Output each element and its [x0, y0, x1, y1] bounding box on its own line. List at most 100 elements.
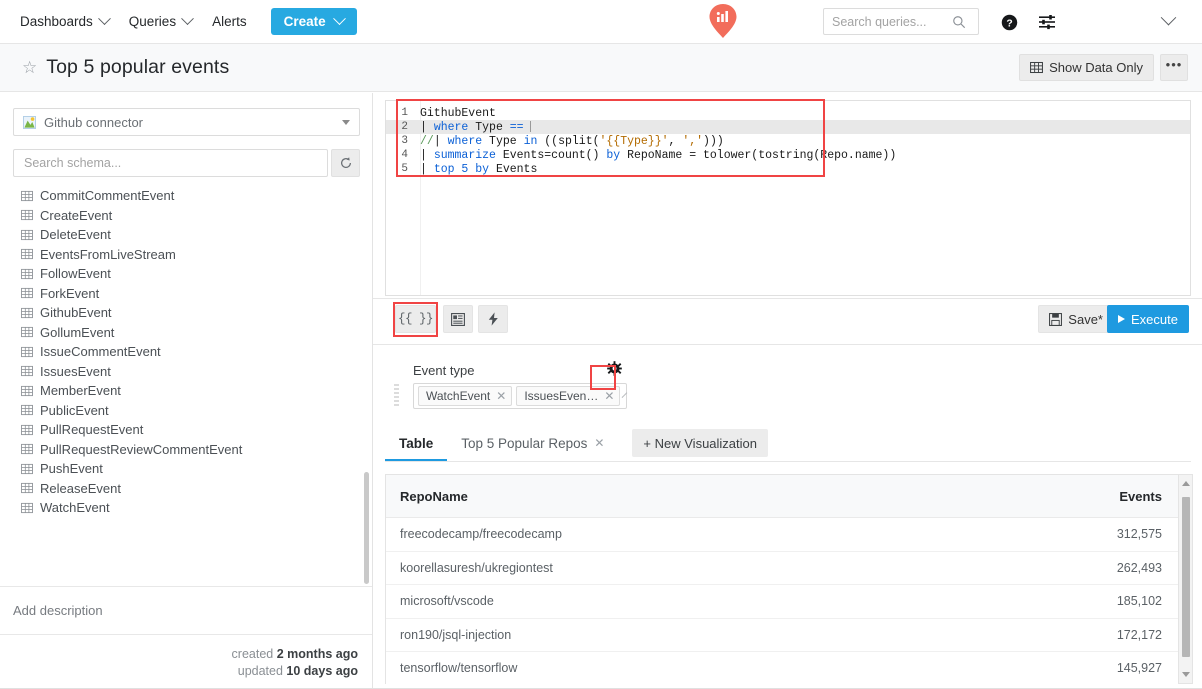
help-icon: ?	[1001, 14, 1017, 30]
parameter-settings-button[interactable]	[604, 358, 624, 378]
schema-item-gollumevent[interactable]: GollumEvent	[0, 323, 371, 343]
schema-item-eventsfromlivestream[interactable]: EventsFromLiveStream	[0, 245, 371, 265]
form-panel-button[interactable]	[443, 305, 473, 333]
nav-item-alerts[interactable]: Alerts	[212, 7, 247, 37]
code-token: in	[523, 134, 545, 148]
cell-events: 172,172	[1116, 627, 1162, 642]
editor-bottom-divider	[373, 298, 1202, 299]
search-queries-box[interactable]	[823, 8, 979, 35]
chevron-down-icon[interactable]	[622, 391, 628, 398]
schema-search-box[interactable]	[13, 149, 328, 177]
refresh-icon	[340, 157, 351, 169]
help-button[interactable]: ?	[997, 10, 1021, 34]
code-line-content: | where Type ==	[420, 120, 532, 134]
table-row[interactable]: koorellasuresh/ukregiontest 262,493	[386, 552, 1178, 585]
query-code-area[interactable]: 1 GithubEvent 2 | where Type == 3 //| where …	[386, 106, 1190, 176]
more-options-button[interactable]: •••	[1160, 54, 1188, 81]
search-input[interactable]	[832, 14, 952, 29]
settings-button[interactable]	[1035, 10, 1059, 34]
tag-remove-icon[interactable]: ✕	[604, 389, 614, 403]
schema-item-watchevent[interactable]: WatchEvent	[0, 498, 371, 518]
code-line-3[interactable]: 3 //| where Type in ((split('{{Type}}', '…	[386, 134, 1190, 148]
schema-item-memberevent[interactable]: MemberEvent	[0, 381, 371, 401]
event-type-multiselect[interactable]: WatchEvent ✕ IssuesEven… ✕	[413, 383, 628, 409]
table-row[interactable]: freecodecamp/freecodecamp 312,575	[386, 518, 1178, 552]
results-scrollbar[interactable]	[1179, 474, 1193, 684]
app-logo[interactable]	[708, 3, 738, 39]
create-button[interactable]: Create	[270, 8, 357, 35]
scroll-up-icon[interactable]	[1182, 481, 1190, 486]
schema-item-pullrequestevent[interactable]: PullRequestEvent	[0, 420, 371, 440]
table-row[interactable]: ron190/jsql-injection 172,172	[386, 619, 1178, 652]
nav-item-queries[interactable]: Queries	[129, 7, 194, 37]
schema-item-publicevent[interactable]: PublicEvent	[0, 401, 371, 421]
code-line-2[interactable]: 2 | where Type ==	[386, 120, 1190, 134]
user-menu-button[interactable]	[1160, 9, 1177, 31]
more-options-icon: •••	[1165, 56, 1183, 72]
schema-item-issuecommentevent[interactable]: IssueCommentEvent	[0, 342, 371, 362]
schema-item-label: WatchEvent	[40, 500, 110, 516]
tag-remove-icon[interactable]: ✕	[496, 389, 506, 403]
code-line-4[interactable]: 4 | summarize Events=count() by RepoName …	[386, 148, 1190, 162]
tab-table[interactable]: Table	[385, 426, 448, 462]
params-drag-handle[interactable]	[394, 384, 399, 408]
nav-item-dashboards[interactable]: Dashboards	[20, 7, 111, 37]
code-token: ','	[682, 134, 704, 148]
code-line-5[interactable]: 5 | top 5 by Events	[386, 162, 1190, 176]
scrollbar-thumb[interactable]	[1182, 497, 1190, 657]
description-area[interactable]: Add description	[0, 586, 372, 634]
updated-meta: updated 10 days ago	[238, 664, 358, 678]
new-visualization-button[interactable]: + New Visualization	[632, 429, 768, 457]
tab-close-icon[interactable]: ✕	[594, 436, 604, 450]
schema-scrollbar[interactable]	[364, 472, 369, 584]
column-header-events[interactable]: Events	[1058, 489, 1178, 504]
schema-item-label: CreateEvent	[40, 207, 113, 223]
schema-item-label: MemberEvent	[40, 383, 121, 399]
schema-item-pullrequestreviewcommentevent[interactable]: PullRequestReviewCommentEvent	[0, 440, 371, 460]
schema-item-pushevent[interactable]: PushEvent	[0, 459, 371, 479]
schema-item-issuesevent[interactable]: IssuesEvent	[0, 362, 371, 382]
column-header-reponame[interactable]: RepoName	[386, 489, 1058, 504]
results-table[interactable]: RepoName Events freecodecamp/freecodecam…	[385, 474, 1179, 684]
schema-item-releaseevent[interactable]: ReleaseEvent	[0, 479, 371, 499]
refresh-schema-button[interactable]	[331, 149, 360, 177]
lightning-bolt-icon	[488, 312, 498, 326]
query-metadata: created 2 months ago updated 10 days ago	[0, 634, 372, 689]
code-token: //	[420, 134, 434, 148]
table-row[interactable]: tensorflow/tensorflow 145,927	[386, 652, 1178, 684]
schema-item-label: GithubEvent	[40, 305, 112, 321]
tab-top-5-popular-repos[interactable]: Top 5 Popular Repos ✕	[447, 426, 618, 460]
query-parameters-button[interactable]: {{ }}	[395, 305, 436, 333]
table-icon	[21, 385, 33, 396]
schema-item-deleteevent[interactable]: DeleteEvent	[0, 225, 371, 245]
execute-button[interactable]: Execute	[1107, 305, 1189, 333]
schema-table-list[interactable]: CommitCommentEvent CreateEvent DeleteEvent…	[0, 186, 371, 599]
chevron-down-icon	[1160, 9, 1177, 26]
code-token: |	[420, 148, 434, 162]
code-token: Events=count()	[502, 148, 607, 162]
schema-item-commitcommentevent[interactable]: CommitCommentEvent	[0, 186, 371, 206]
code-token: Type	[489, 134, 524, 148]
query-editor[interactable]: 1 GithubEvent 2 | where Type == 3 //| where …	[385, 100, 1191, 296]
code-line-1[interactable]: 1 GithubEvent	[386, 106, 1190, 120]
code-token: where	[447, 134, 490, 148]
schema-item-label: ReleaseEvent	[40, 480, 121, 496]
connector-select[interactable]: Github connector	[13, 108, 360, 136]
favorite-star-icon[interactable]: ☆	[22, 59, 37, 76]
schema-item-createevent[interactable]: CreateEvent	[0, 206, 371, 226]
schema-item-followevent[interactable]: FollowEvent	[0, 264, 371, 284]
query-parameters-panel: Event type WatchEvent ✕ IssuesEven… ✕	[385, 358, 1191, 420]
schema-item-forkevent[interactable]: ForkEvent	[0, 284, 371, 304]
tag-item[interactable]: WatchEvent ✕	[418, 386, 513, 406]
show-data-only-label: Show Data Only	[1049, 60, 1143, 75]
show-data-only-button[interactable]: Show Data Only	[1019, 54, 1154, 81]
save-button[interactable]: Save*	[1038, 305, 1114, 333]
schema-search-input[interactable]	[24, 156, 317, 170]
tag-label: WatchEvent	[426, 389, 491, 403]
run-shortcut-button[interactable]	[478, 305, 508, 333]
editor-toolbar: {{ }} Save* Execute	[385, 305, 1191, 341]
tag-item[interactable]: IssuesEven… ✕	[516, 386, 621, 406]
schema-item-githubevent[interactable]: GithubEvent	[0, 303, 371, 323]
scroll-down-icon[interactable]	[1182, 672, 1190, 677]
table-row[interactable]: microsoft/vscode 185,102	[386, 585, 1178, 619]
